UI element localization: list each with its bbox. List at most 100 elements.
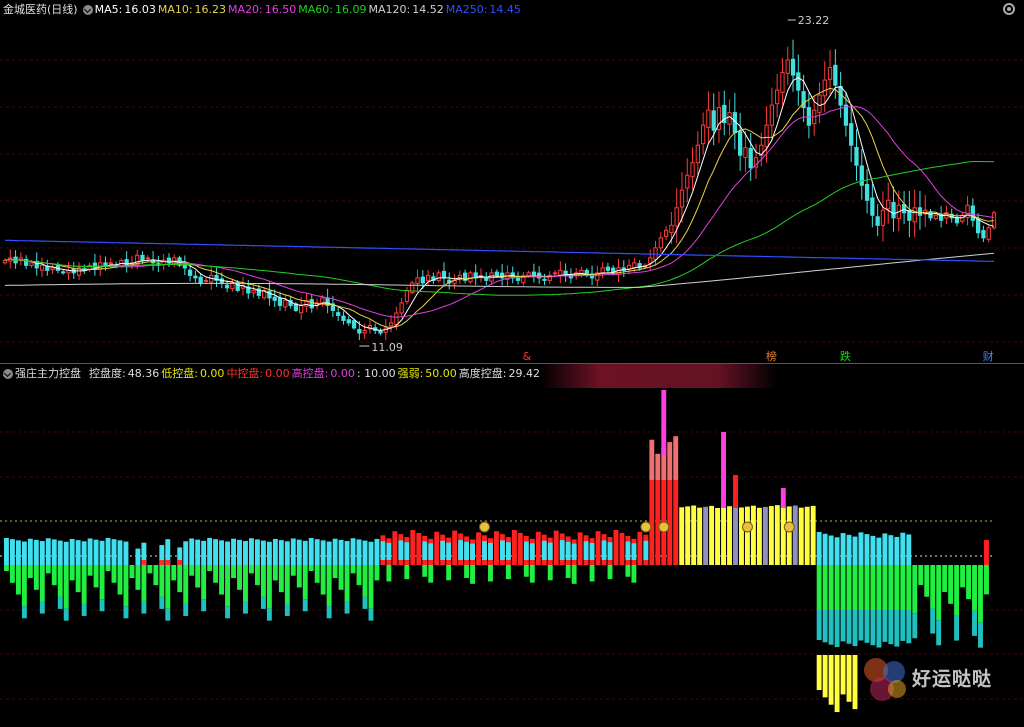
- upper-bar-red: [733, 475, 738, 508]
- candle-body: [198, 276, 203, 284]
- upper-bar: [308, 538, 314, 565]
- upper-bar-yellow: [792, 505, 798, 565]
- upper-bar: [404, 542, 410, 560]
- candle-body: [679, 189, 685, 208]
- upper-bar: [249, 538, 254, 565]
- candle-body: [917, 207, 923, 216]
- lower-bar-green: [326, 565, 332, 607]
- lower-bar-green: [374, 565, 380, 581]
- indicator-toggle-icon[interactable]: [3, 369, 13, 379]
- candle-body: [981, 230, 986, 239]
- lower-bar-green: [183, 565, 189, 604]
- upper-bar: [225, 541, 231, 565]
- ma-value-3: 16.09: [334, 3, 367, 16]
- indicator-legend: 控盘度: 48.36 低控盘: 0.00 中控盘: 0.00 高控盘: 0.00: 10.00…: [89, 365, 542, 383]
- upper-bar: [87, 538, 93, 565]
- candle-body: [404, 289, 410, 302]
- upper-bar: [840, 533, 846, 565]
- lower-bar-green: [356, 565, 362, 586]
- upper-bar-yellow: [780, 507, 786, 565]
- upper-bar: [302, 540, 308, 565]
- upper-bar: [900, 532, 906, 565]
- lower-bar-green: [529, 565, 535, 583]
- candle-body: [267, 290, 272, 299]
- gear-icon[interactable]: [1002, 2, 1016, 16]
- lower-bar-green: [972, 565, 977, 611]
- lower-bar-green: [888, 565, 894, 610]
- ma-label-4: MA120:: [368, 3, 411, 16]
- lower-bar-teal: [302, 599, 308, 612]
- candle-body: [605, 266, 611, 271]
- upper-bar-red: [494, 531, 499, 565]
- lower-bar-green: [147, 565, 153, 574]
- upper-bar-salmon: [655, 453, 661, 480]
- candle-body: [743, 147, 748, 158]
- upper-bar: [111, 539, 117, 565]
- lower-bar-green: [852, 565, 858, 610]
- lower-bar-teal: [368, 608, 374, 621]
- lower-bar-green: [39, 565, 45, 602]
- upper-bar: [428, 543, 434, 560]
- upper-bar-yellow: [709, 505, 715, 565]
- candle-body: [775, 89, 780, 105]
- lower-bar-green: [266, 565, 272, 609]
- upper-bar-yellow: [685, 506, 691, 565]
- upper-bar: [57, 540, 63, 565]
- candle-body: [801, 91, 806, 109]
- candle-body: [283, 299, 288, 308]
- candle-body: [663, 229, 669, 237]
- ind-value-2: 0.00: [265, 367, 290, 380]
- upper-bar: [852, 536, 858, 565]
- lower-bar-green: [523, 565, 529, 577]
- upper-bar: [320, 540, 326, 565]
- upper-bar: [105, 538, 111, 565]
- collapse-toggle-icon[interactable]: [82, 5, 93, 15]
- upper-bar-red: [177, 560, 183, 565]
- upper-bar: [882, 533, 888, 565]
- candle-body: [378, 330, 383, 334]
- upper-bar: [9, 539, 15, 565]
- candle-body: [494, 271, 499, 276]
- candle-body: [39, 264, 45, 271]
- candle-body: [700, 124, 706, 145]
- upper-bar: [272, 538, 278, 565]
- lower-bar-green: [237, 565, 242, 590]
- candle-body: [552, 272, 558, 275]
- lower-bar-green: [249, 565, 254, 574]
- lower-bar-green: [111, 565, 117, 583]
- lower-bar-green: [960, 565, 966, 588]
- lower-bar-teal: [201, 599, 207, 612]
- lower-bar-green: [231, 565, 236, 579]
- lower-bar-green: [900, 565, 906, 610]
- ind-value-6: 29.42: [508, 367, 541, 380]
- candle-body: [796, 72, 801, 91]
- upper-bar-yellow: [697, 507, 703, 565]
- lower-bar-green: [930, 565, 936, 609]
- upper-bar: [195, 539, 201, 565]
- candle-body: [357, 328, 362, 334]
- lower-bar-green: [45, 565, 51, 574]
- watermark-logo-icon: [864, 658, 906, 701]
- lower-bar-teal: [858, 610, 864, 641]
- candle-body: [203, 279, 209, 282]
- lower-bar-green: [165, 565, 171, 609]
- upper-bar: [571, 543, 577, 560]
- lower-bar-green: [942, 565, 948, 593]
- candle-body: [695, 144, 700, 164]
- lower-bar-green: [834, 565, 840, 610]
- upper-bar: [51, 539, 57, 565]
- upper-bar: [314, 539, 320, 565]
- lower-bar-green: [69, 565, 75, 581]
- lower-bar-teal: [141, 601, 147, 614]
- lower-bar-teal: [876, 610, 882, 648]
- ma-label-2: MA20:: [228, 3, 263, 16]
- candle-body: [336, 312, 341, 316]
- lower-bar-teal: [936, 620, 942, 646]
- lower-bar-green: [368, 565, 374, 609]
- lower-bar-green: [936, 565, 942, 621]
- candle-body: [632, 262, 637, 269]
- lower-bar-green: [302, 565, 308, 600]
- money-bag-icon-1: [640, 521, 652, 533]
- lower-bar-green: [464, 565, 470, 578]
- ind-label-1: 低控盘:: [161, 367, 198, 380]
